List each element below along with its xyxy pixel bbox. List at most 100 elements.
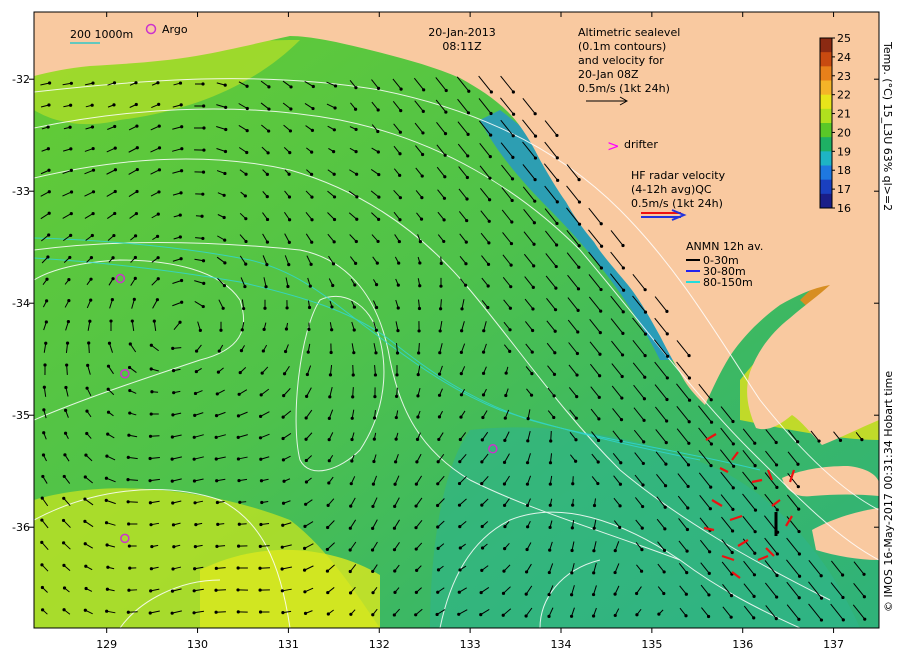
velocity-arrow-head xyxy=(684,614,688,618)
velocity-arrow-head xyxy=(709,420,714,424)
velocity-arrow-head xyxy=(797,552,801,556)
velocity-arrow-head xyxy=(552,415,556,420)
velocity-arrow-head xyxy=(480,568,484,572)
velocity-arrow-head xyxy=(530,350,534,354)
velocity-arrow-head xyxy=(574,416,578,420)
velocity-arrow-head xyxy=(287,195,292,199)
drifter-symbol: > xyxy=(607,137,620,155)
velocity-arrow-head xyxy=(635,613,639,617)
velocity-arrow-head xyxy=(194,369,198,374)
velocity-arrow-head xyxy=(457,503,462,507)
velocity-arrow-head xyxy=(179,257,183,261)
velocity-arrow-head xyxy=(730,550,734,555)
velocity-arrow-head xyxy=(375,261,379,265)
velocity-arrow-head xyxy=(555,243,559,247)
velocity-arrow-head xyxy=(394,460,398,464)
velocity-arrow-head xyxy=(501,613,505,617)
velocity-arrow-head xyxy=(662,548,667,552)
velocity-arrow-head xyxy=(127,522,131,526)
velocity-arrow-head xyxy=(61,518,66,523)
velocity-arrow-head xyxy=(104,476,109,480)
velocity-arrow-head xyxy=(69,81,73,85)
velocity-arrow-head xyxy=(396,329,400,333)
velocity-arrow-head xyxy=(399,109,403,113)
velocity-arrow-head xyxy=(171,413,175,417)
velocity-arrow-head xyxy=(570,571,574,575)
velocity-arrow-head xyxy=(665,419,669,423)
velocity-arrow-head xyxy=(262,327,266,331)
velocity-arrow-head xyxy=(435,612,439,617)
velocity-arrow-head xyxy=(66,320,70,324)
velocity-arrow-head xyxy=(599,309,603,313)
velocity-arrow-head xyxy=(503,416,507,420)
velocity-arrow-head xyxy=(304,416,308,420)
velocity-arrow-head xyxy=(376,150,380,154)
velocity-arrow-head xyxy=(106,432,110,436)
velocity-arrow-head xyxy=(171,346,175,350)
velocity-arrow-head xyxy=(613,570,617,575)
x-tick-label: 130 xyxy=(187,638,208,651)
velocity-arrow-head xyxy=(327,481,331,485)
velocity-arrow-head xyxy=(509,241,514,246)
velocity-arrow-head xyxy=(465,218,469,223)
velocity-arrow-head xyxy=(304,502,308,506)
velocity-arrow-head xyxy=(592,571,596,575)
velocity-arrow-head xyxy=(686,506,690,510)
velocity-arrow-head xyxy=(459,393,464,397)
velocity-arrow-head xyxy=(171,501,175,505)
velocity-arrow-head xyxy=(69,190,74,194)
velocity-arrow-head xyxy=(532,264,536,268)
velocity-arrow-head xyxy=(180,147,184,151)
velocity-arrow-head xyxy=(504,393,508,398)
velocity-arrow-head xyxy=(556,178,560,182)
velocity-arrow-head xyxy=(489,111,493,116)
velocity-arrow-head xyxy=(171,567,175,571)
velocity-arrow-head xyxy=(259,393,263,397)
velocity-arrow-head xyxy=(524,592,528,596)
velocity-arrow-head xyxy=(415,460,419,464)
colorbar-segment xyxy=(820,137,832,152)
velocity-arrow-head xyxy=(215,392,219,396)
velocity-arrow-head xyxy=(111,256,115,260)
velocity-arrow-head xyxy=(555,200,559,204)
velocity-arrow-head xyxy=(105,587,110,591)
velocity-arrow-head xyxy=(509,263,513,267)
velocity-arrow-head xyxy=(457,590,461,594)
velocity-arrow-head xyxy=(214,610,218,614)
velocity-arrow-head xyxy=(438,351,442,355)
velocity-arrow-head xyxy=(86,363,90,367)
velocity-arrow-head xyxy=(349,612,353,616)
velocity-arrow-head xyxy=(510,198,514,203)
velocity-arrow-head xyxy=(685,527,690,532)
velocity-arrow-head xyxy=(194,349,199,353)
velocity-arrow-head xyxy=(398,173,402,177)
velocity-arrow-head xyxy=(570,593,574,597)
velocity-arrow-head xyxy=(62,496,66,500)
velocity-arrow-head xyxy=(458,546,462,550)
velocity-arrow-head xyxy=(525,461,530,465)
velocity-arrow-head xyxy=(436,460,440,464)
velocity-arrow-head xyxy=(157,102,161,107)
velocity-arrow-head xyxy=(663,527,667,531)
velocity-arrow-head xyxy=(258,588,262,592)
velocity-arrow-head xyxy=(458,437,462,442)
altimetry-line-1: Altimetric sealevel xyxy=(578,26,680,39)
velocity-arrow-head xyxy=(238,500,242,504)
velocity-arrow-head xyxy=(508,328,512,332)
velocity-arrow-head xyxy=(236,414,241,418)
velocity-arrow-head xyxy=(415,437,420,441)
velocity-arrow-head xyxy=(553,329,557,333)
velocity-arrow-head xyxy=(574,459,578,463)
scale-bar-label: 200 1000m xyxy=(70,28,133,41)
velocity-arrow-head xyxy=(838,438,843,442)
velocity-arrow-head xyxy=(62,608,66,612)
velocity-arrow-head xyxy=(373,395,377,399)
velocity-arrow-head xyxy=(214,588,218,592)
velocity-arrow-head xyxy=(621,266,625,270)
sst-map: 129 130 131 132 133 134 135 136 137 -32 -33 -34 -35… xyxy=(12,11,895,651)
velocity-arrow-head xyxy=(797,617,801,621)
velocity-arrow-head xyxy=(530,372,534,376)
velocity-arrow-head xyxy=(398,218,402,222)
velocity-arrow-head xyxy=(281,415,285,419)
velocity-arrow-head xyxy=(284,327,289,331)
